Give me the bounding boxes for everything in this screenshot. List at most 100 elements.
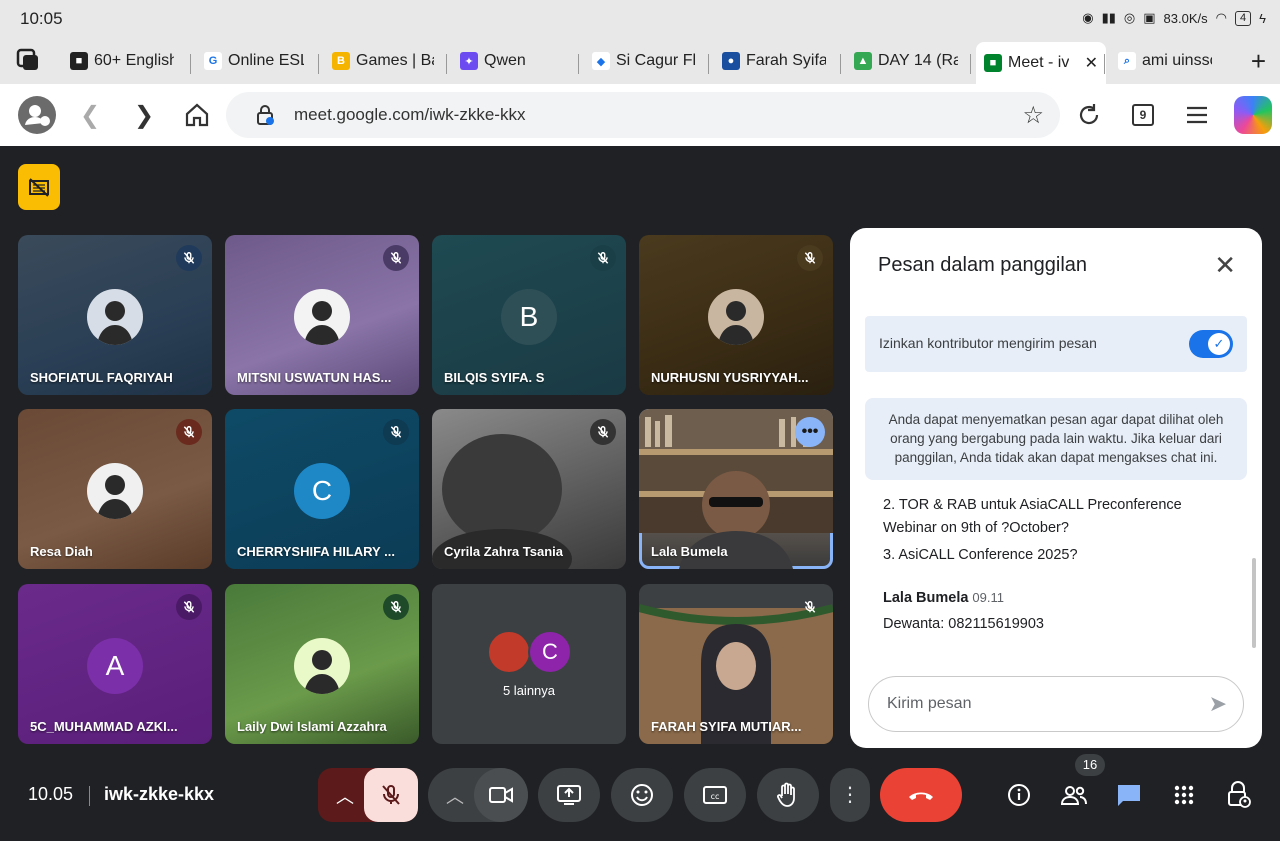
participant-tile[interactable]: NURHUSNI YUSRIYYAH... xyxy=(639,235,833,395)
url-text[interactable]: meet.google.com/iwk-zkke-kkx xyxy=(294,105,525,125)
mic-off-icon xyxy=(176,594,202,620)
participant-tile[interactable]: Cyrila Zahra Tsania xyxy=(432,409,626,569)
close-chat-icon[interactable]: ✕ xyxy=(1214,250,1236,281)
profile-avatar[interactable] xyxy=(18,96,56,134)
participant-tile[interactable]: C 5 lainnya xyxy=(432,584,626,744)
participant-name: SHOFIATUL FAQRIYAH xyxy=(30,370,173,385)
participant-tile[interactable]: C CHERRYSHIFA HILARY ... xyxy=(225,409,419,569)
send-icon[interactable]: ➤ xyxy=(1209,691,1227,717)
mic-off-icon xyxy=(590,245,616,271)
meet-stage: SHOFIATUL FAQRIYAH MITSNI USWATUN HAS... B… xyxy=(0,146,1280,841)
mic-off-icon xyxy=(590,419,616,445)
participant-tile[interactable]: Resa Diah xyxy=(18,409,212,569)
tab-title: DAY 14 (Ra xyxy=(878,52,958,69)
mic-control-group: ︿ xyxy=(318,768,418,822)
participant-name: FARAH SYIFA MUTIAR... xyxy=(651,719,802,734)
browser-tab[interactable]: ◆ Si Cagur Fl xyxy=(584,44,704,78)
net-speed: 83.0K/s xyxy=(1163,10,1208,26)
participant-name: Laily Dwi Islami Azzahra xyxy=(237,719,387,734)
present-icon xyxy=(557,785,581,805)
leave-call-button[interactable] xyxy=(880,768,962,822)
captions-icon: cc xyxy=(703,786,727,804)
hang-up-icon xyxy=(909,792,933,800)
meeting-info-button[interactable] xyxy=(1004,780,1034,810)
participant-tile[interactable]: FARAH SYIFA MUTIAR... xyxy=(639,584,833,744)
meeting-code: iwk-zkke-kkx xyxy=(104,784,215,804)
browser-tab[interactable]: ■ 60+ English xyxy=(62,44,182,78)
chat-input-placeholder[interactable]: Kirim pesan xyxy=(887,695,971,713)
bookmark-star-icon[interactable]: ☆ xyxy=(1022,101,1044,130)
emoji-icon xyxy=(631,784,653,806)
browser-toolbar: ❮ ❯ meet.google.com/iwk-zkke-kkx ☆ 9 xyxy=(0,84,1280,146)
wifi-icon: ◠ xyxy=(1215,10,1227,25)
copilot-icon[interactable] xyxy=(1234,96,1272,134)
video-options-icon[interactable]: ︿ xyxy=(446,783,464,809)
mic-off-icon xyxy=(797,594,823,620)
browser-tab[interactable]: ▲ DAY 14 (Ra xyxy=(846,44,966,78)
chat-input[interactable]: Kirim pesan ➤ xyxy=(868,676,1244,732)
browser-tab[interactable]: ■ Meet - iv ✕ xyxy=(976,42,1106,84)
book-icon: ▮▮ xyxy=(1101,10,1116,25)
camera-off-badge[interactable] xyxy=(18,164,60,210)
tab-separator xyxy=(190,54,191,74)
emoji-reaction-button[interactable] xyxy=(611,768,673,822)
chat-message-line: 3. AsiCALL Conference 2025? xyxy=(883,547,1078,563)
browser-tab[interactable]: B Games | Ba xyxy=(324,44,442,78)
browser-tab[interactable]: ● Farah Syifa xyxy=(714,44,834,78)
reload-icon[interactable] xyxy=(1076,102,1102,128)
unmute-mic-button[interactable] xyxy=(364,768,418,822)
tab-favicon-icon: B xyxy=(332,52,350,70)
tab-switcher-icon[interactable] xyxy=(16,48,40,72)
camera-button[interactable] xyxy=(474,768,528,822)
menu-icon[interactable] xyxy=(1186,104,1208,126)
tile-more-options-icon[interactable]: ••• xyxy=(795,417,825,447)
mic-off-icon xyxy=(176,245,202,271)
camera-icon: ▣ xyxy=(1143,10,1156,25)
audio-options-icon[interactable]: ︿ xyxy=(336,783,354,809)
participant-tile[interactable]: ••• Lala Bumela xyxy=(639,409,833,569)
tab-separator xyxy=(578,54,579,74)
tab-count-button[interactable]: 9 xyxy=(1132,104,1154,126)
present-screen-button[interactable] xyxy=(538,768,600,822)
tab-favicon-icon: ⌕ xyxy=(1118,52,1136,70)
forward-icon[interactable]: ❯ xyxy=(134,101,154,130)
mic-off-icon xyxy=(797,245,823,271)
participant-avatar xyxy=(87,289,143,345)
more-options-button[interactable]: ⋮ xyxy=(830,768,870,822)
more-vert-icon: ⋮ xyxy=(840,784,860,806)
people-icon xyxy=(1060,786,1087,805)
participant-tile[interactable]: B BILQIS SYIFA. S xyxy=(432,235,626,395)
site-info-icon[interactable] xyxy=(256,105,274,125)
others-count-label: 5 lainnya xyxy=(502,683,556,698)
participant-tile[interactable]: A 5C_MUHAMMAD AZKI... xyxy=(18,584,212,744)
browser-tab[interactable]: G Online ESL xyxy=(196,44,312,78)
sender-name: Lala Bumela xyxy=(883,590,969,606)
participant-tile[interactable]: SHOFIATUL FAQRIYAH xyxy=(18,235,212,395)
close-tab-icon[interactable]: ✕ xyxy=(1085,53,1098,73)
raise-hand-button[interactable] xyxy=(757,768,819,822)
chat-button[interactable] xyxy=(1114,780,1144,810)
chat-scrollbar[interactable] xyxy=(1252,558,1256,648)
people-button[interactable] xyxy=(1059,780,1089,810)
captions-button[interactable]: cc xyxy=(684,768,746,822)
home-icon[interactable] xyxy=(184,102,210,128)
chat-message-line: Dewanta: 082115619903 xyxy=(883,616,1044,632)
browser-tab[interactable]: ⌕ ami uinssc xyxy=(1110,44,1220,78)
participant-avatar xyxy=(294,638,350,694)
activities-button[interactable] xyxy=(1169,780,1199,810)
back-icon[interactable]: ❮ xyxy=(80,101,100,130)
new-tab-button[interactable]: + xyxy=(1251,46,1266,77)
tab-title: Meet - iv xyxy=(1008,54,1070,71)
participant-tile[interactable]: MITSNI USWATUN HAS... xyxy=(225,235,419,395)
tab-title: ami uinssc xyxy=(1142,52,1212,69)
camera-control-group: ︿ xyxy=(428,768,528,822)
mic-off-icon xyxy=(176,419,202,445)
tab-separator xyxy=(970,54,971,74)
browser-tab[interactable]: ✦ Qwen xyxy=(452,44,572,78)
participant-tile[interactable]: Laily Dwi Islami Azzahra xyxy=(225,584,419,744)
allow-messages-toggle[interactable]: ✓ xyxy=(1189,330,1233,358)
host-controls-button[interactable] xyxy=(1224,780,1254,810)
participant-name: CHERRYSHIFA HILARY ... xyxy=(237,544,395,559)
address-bar[interactable]: meet.google.com/iwk-zkke-kkx ☆ xyxy=(226,92,1060,138)
chat-panel: Pesan dalam panggilan ✕ Izinkan kontribu… xyxy=(850,228,1262,748)
